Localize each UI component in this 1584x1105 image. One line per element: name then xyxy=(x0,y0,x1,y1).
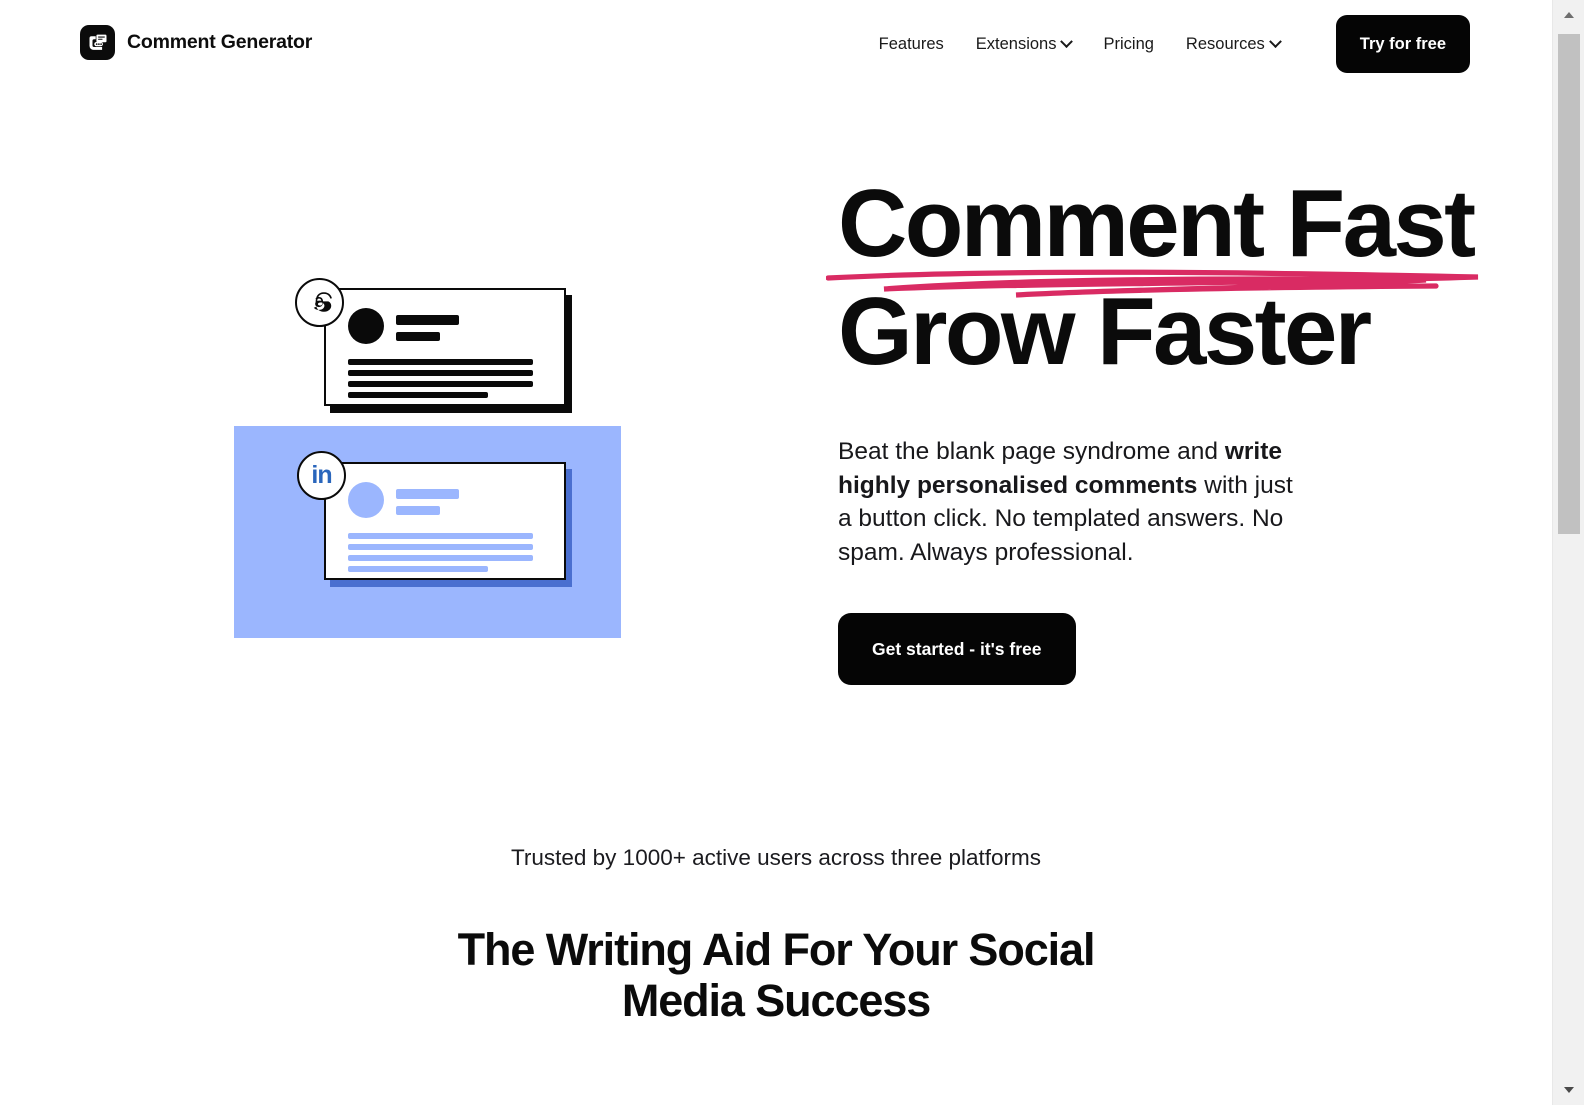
comment-line xyxy=(348,370,533,376)
vertical-scrollbar[interactable] xyxy=(1552,0,1584,1105)
author-name-bar xyxy=(396,315,459,325)
hero-headline-line-2: Grow Faster xyxy=(838,278,1372,386)
brand-name: Comment Generator xyxy=(127,31,313,53)
social-proof-text: Trusted by 1000+ active users across thr… xyxy=(510,845,1042,870)
brand-logo-link[interactable]: Comment Generator xyxy=(80,25,312,60)
author-name-bar xyxy=(396,489,459,499)
nav-item-label: Pricing xyxy=(1103,34,1154,53)
nav-item-label: Resources xyxy=(1185,34,1265,53)
scroll-up-arrow-icon[interactable] xyxy=(1553,0,1584,30)
hero-subtext-part1: Beat the blank page syndrome and xyxy=(838,437,1225,465)
linkedin-icon: in xyxy=(297,451,346,500)
site-header: Comment Generator Features Extensions Pr… xyxy=(0,0,1552,88)
hero-illustration: in xyxy=(232,168,622,638)
hero-section: in Comment Fast Grow Faster Beat the bla… xyxy=(0,88,1552,788)
page-root: Comment Generator Features Extensions Pr… xyxy=(0,0,1584,1105)
chevron-down-icon xyxy=(1268,34,1282,48)
comment-line xyxy=(348,533,533,539)
threads-icon xyxy=(295,278,344,327)
comment-line xyxy=(348,544,533,550)
author-meta-bar xyxy=(396,332,440,341)
section-heading-line-1: The Writing Aid For Your Social xyxy=(457,924,1096,975)
get-started-button[interactable]: Get started - it's free xyxy=(838,613,1076,686)
comment-line xyxy=(348,392,488,398)
threads-comment-card xyxy=(324,288,566,406)
nav-item-resources[interactable]: Resources xyxy=(1170,25,1296,64)
linkedin-comment-card xyxy=(324,462,566,580)
hero-subtext: Beat the blank page syndrome and write h… xyxy=(838,435,1308,569)
comment-line xyxy=(348,359,533,365)
chat-bubble-logo-icon xyxy=(80,25,115,60)
main-navigation: Features Extensions Pricing Resources Tr… xyxy=(863,14,1470,74)
nav-item-extensions[interactable]: Extensions xyxy=(960,25,1088,64)
section-heading: The Writing Aid For Your Social Media Su… xyxy=(0,924,1552,1027)
avatar xyxy=(348,482,384,518)
comment-line xyxy=(348,555,533,561)
comment-line xyxy=(348,381,533,387)
comment-line xyxy=(348,566,488,572)
nav-item-label: Features xyxy=(878,34,944,53)
hero-copy: Comment Fast Grow Faster Beat the blank … xyxy=(826,170,1498,686)
nav-item-pricing[interactable]: Pricing xyxy=(1087,25,1169,64)
author-meta-bar xyxy=(396,506,440,515)
linkedin-badge-label: in xyxy=(311,461,332,489)
scroll-down-arrow-icon[interactable] xyxy=(1553,1075,1584,1105)
chevron-down-icon xyxy=(1060,34,1074,48)
nav-item-features[interactable]: Features xyxy=(863,25,960,64)
nav-item-label: Extensions xyxy=(975,34,1057,53)
hero-headline-line-1: Comment Fast xyxy=(838,170,1476,277)
avatar xyxy=(348,308,384,344)
browser-viewport: Comment Generator Features Extensions Pr… xyxy=(0,0,1552,1105)
hero-headline: Comment Fast Grow Faster xyxy=(826,170,1498,387)
scrollbar-thumb[interactable] xyxy=(1558,34,1580,534)
section-heading-line-2: Media Success xyxy=(621,974,931,1026)
try-for-free-button[interactable]: Try for free xyxy=(1335,15,1470,73)
